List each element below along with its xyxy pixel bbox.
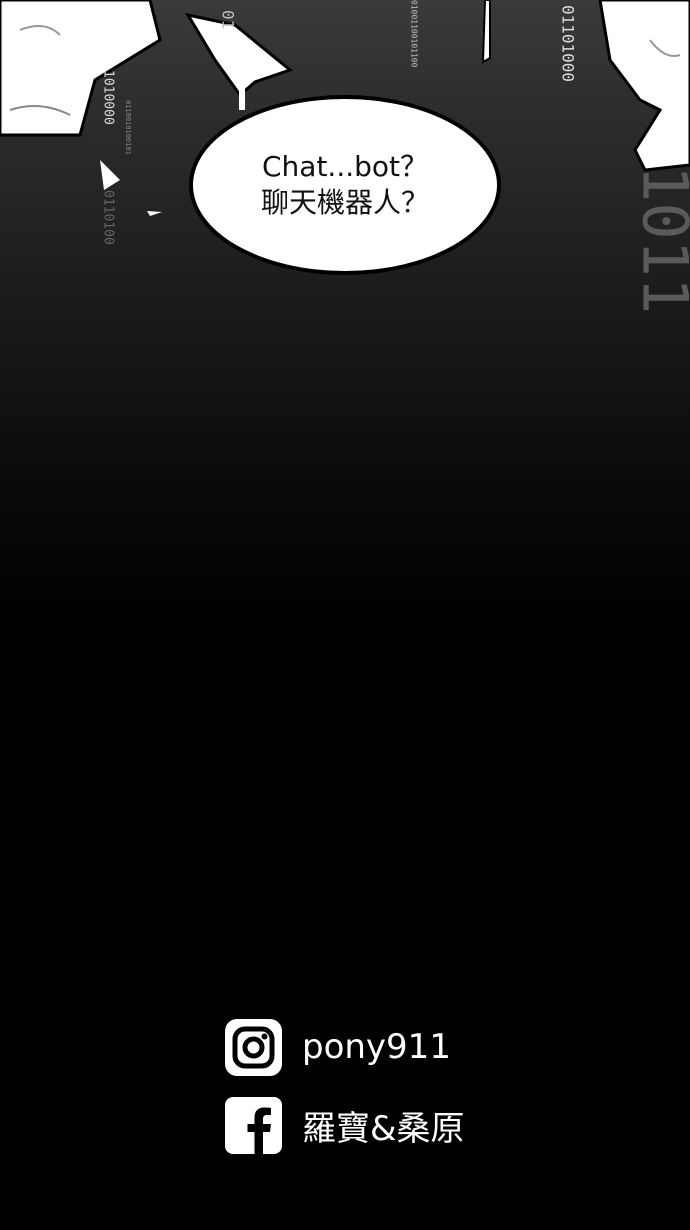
binary-stream-right: 01101000	[559, 5, 578, 82]
facebook-icon	[225, 1096, 282, 1154]
binary-stream-middle: 01001100101100	[410, 0, 419, 68]
speech-line-chinese: 聊天機器人？	[260, 186, 429, 219]
instagram-link[interactable]: pony911	[225, 1018, 505, 1076]
right-hand-shape	[598, 0, 690, 172]
comic-page: 01 01001100101100 1010000 01101000 1011 …	[0, 0, 690, 1230]
binary-stream-large: 1011	[629, 165, 690, 314]
facebook-name: 羅寶&桑原	[302, 1108, 465, 1149]
binary-stream-top: 01	[219, 10, 238, 29]
binary-stream-tiny: 0110010100101	[124, 100, 132, 155]
instagram-handle: pony911	[302, 1027, 451, 1067]
facebook-link[interactable]: 羅寶&桑原	[225, 1096, 505, 1154]
speech-bubble: Chat...bot？ 聊天機器人？	[189, 95, 501, 275]
speech-line-english: Chat...bot？	[261, 150, 429, 183]
left-hand-shape	[0, 0, 162, 137]
binary-stream-left: 1010000	[101, 70, 116, 125]
instagram-icon	[225, 1018, 282, 1076]
binary-stream-faint: 0110100	[101, 190, 116, 245]
